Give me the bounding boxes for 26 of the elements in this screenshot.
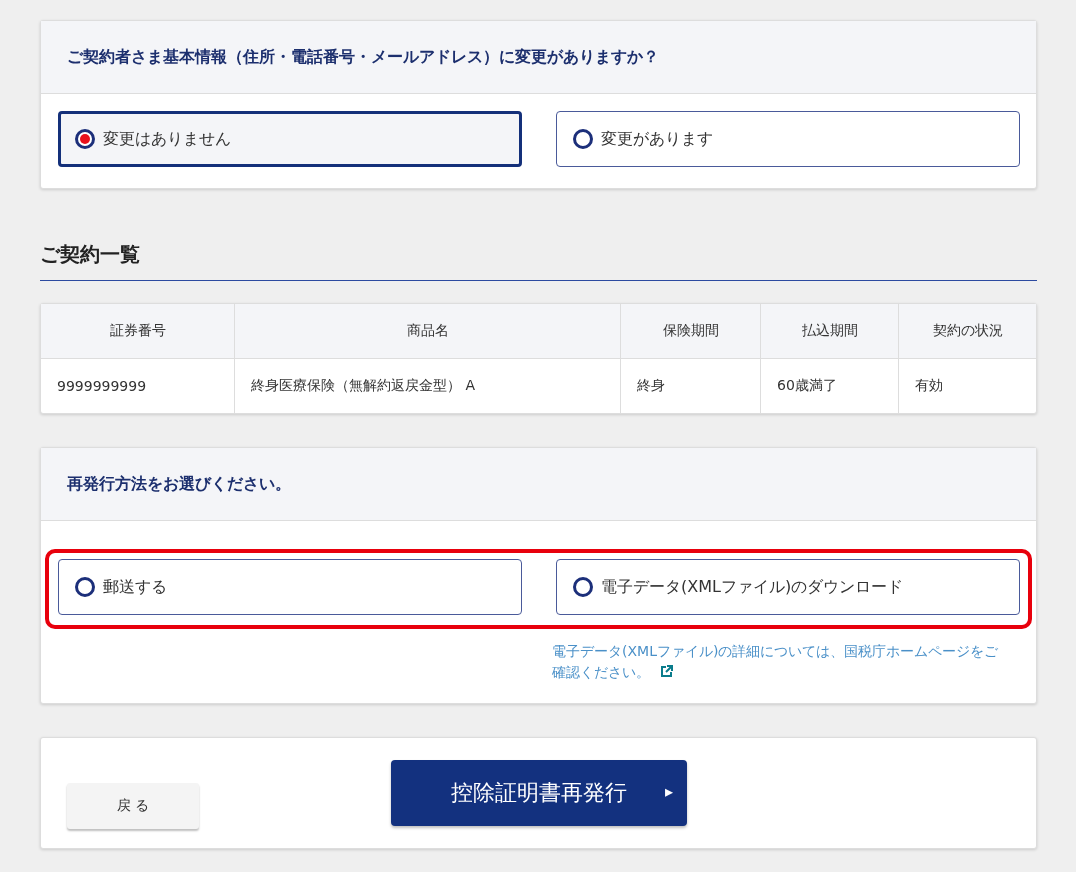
radio-option[interactable]: 郵送する bbox=[58, 559, 522, 615]
column-header: 証券番号 bbox=[41, 304, 235, 358]
column-header: 契約の状況 bbox=[931, 321, 1004, 340]
radio-icon bbox=[573, 129, 593, 149]
external-link-icon bbox=[660, 665, 673, 678]
radio-option[interactable]: 変更があります bbox=[556, 111, 1020, 167]
reissue-button[interactable]: 控除証明書再発行 ▸ bbox=[391, 760, 687, 826]
table-cell: 終身 bbox=[621, 359, 761, 413]
radio-icon bbox=[75, 129, 95, 149]
table-cell-text: 有効 bbox=[914, 376, 944, 395]
method-title: 再発行方法をお選びください。 bbox=[67, 473, 291, 495]
question-title: ご契約者さま基本情報（住所・電話番号・メールアドレス）に変更がありますか？ bbox=[67, 46, 659, 68]
radio-icon bbox=[75, 577, 95, 597]
column-header: 保険期間 bbox=[621, 304, 761, 358]
arrow-icon: ▸ bbox=[664, 782, 673, 801]
table-cell: 9999999999 bbox=[41, 359, 235, 413]
table-cell: 60歳満了 bbox=[761, 359, 899, 413]
table-cell: 終身医療保険（無解約返戻金型） A bbox=[235, 359, 621, 413]
info-link[interactable]: 電子データ(XMLファイル)の詳細については、国税庁ホームページをご確認ください。 bbox=[552, 641, 1008, 683]
back-button[interactable]: 戻 る bbox=[67, 783, 199, 829]
radio-icon bbox=[573, 577, 593, 597]
column-header: 商品名 bbox=[235, 304, 621, 358]
column-header: 払込期間 bbox=[761, 304, 899, 358]
section-heading: ご契約一覧 bbox=[40, 241, 1037, 281]
radio-option[interactable]: 電子データ(XMLファイル)のダウンロード bbox=[556, 559, 1020, 615]
radio-option[interactable]: 変更はありません bbox=[58, 111, 522, 167]
